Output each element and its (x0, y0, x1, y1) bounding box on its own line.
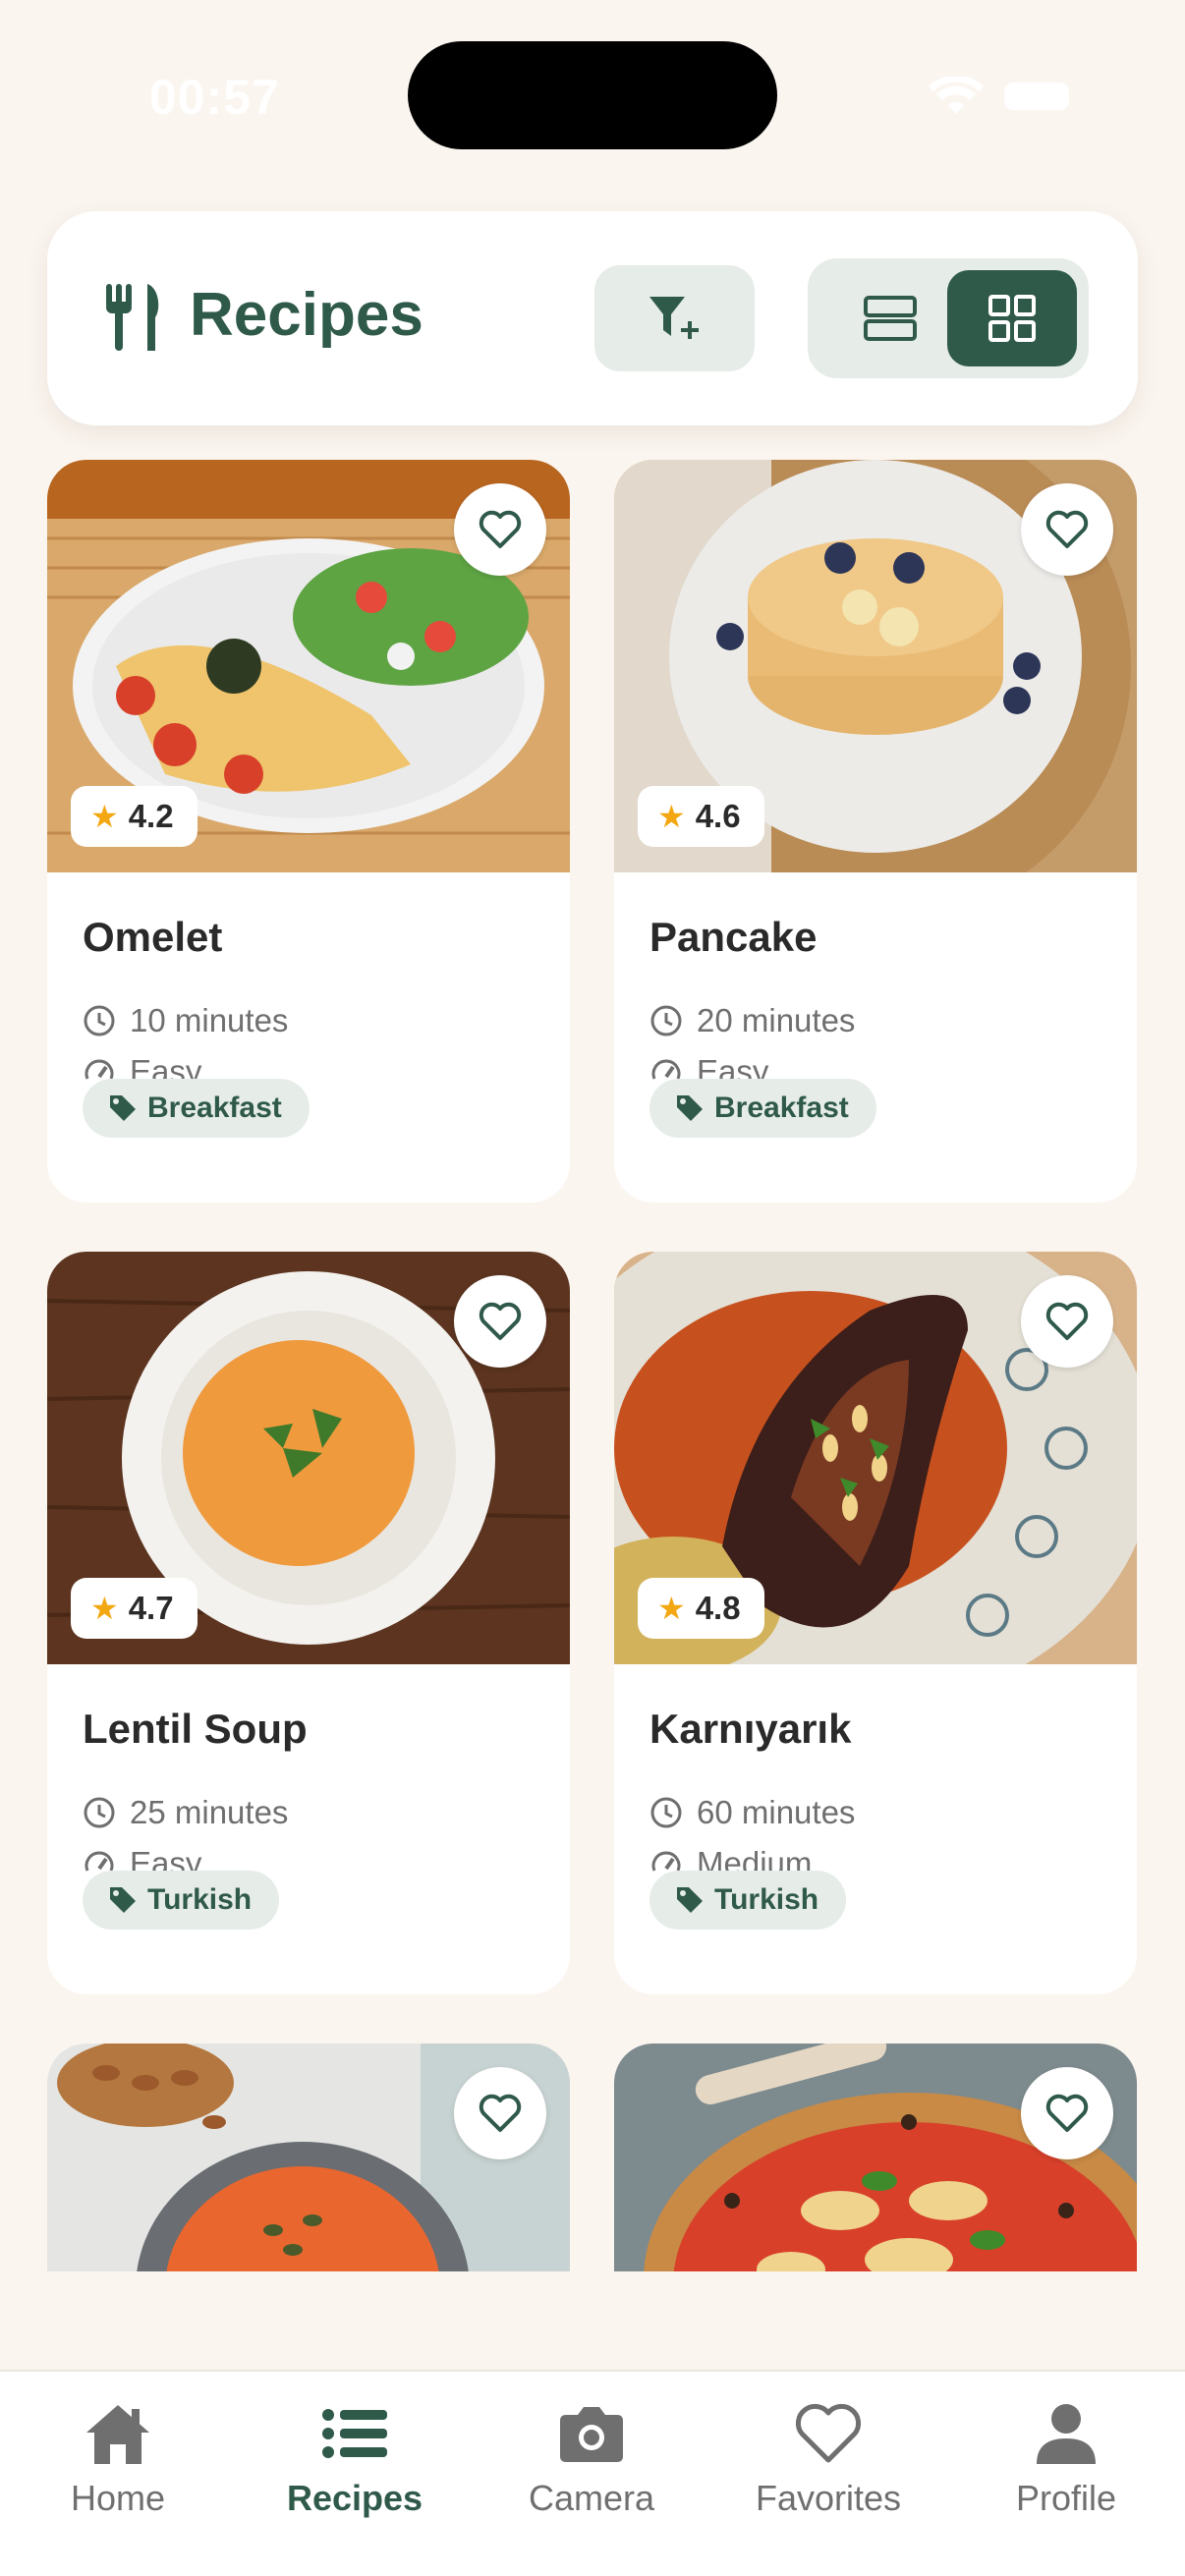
heart-outline-icon (479, 1302, 522, 1340)
heart-outline-icon (1045, 510, 1089, 548)
recipe-time: 20 minutes (649, 1002, 855, 1039)
rating-badge: ★ 4.2 (71, 786, 198, 847)
list-view-icon (864, 296, 917, 341)
heart-outline-icon (1045, 1302, 1089, 1340)
recipe-card[interactable] (614, 2044, 1137, 2271)
category-tag: Turkish (649, 1871, 847, 1930)
list-view-button[interactable] (825, 270, 955, 366)
grid-view-icon (988, 295, 1036, 342)
view-mode-toggle (808, 258, 1089, 378)
tab-recipes[interactable]: Recipes (237, 2401, 473, 2519)
star-icon: ★ (657, 1591, 686, 1626)
rating-value: 4.2 (128, 798, 174, 834)
header-bar: Recipes (47, 211, 1138, 425)
recipe-time: 25 minutes (83, 1794, 288, 1831)
recipe-card[interactable]: ★ 4.6 Pancake 20 minutes Easy Breakfast (614, 460, 1137, 1203)
camera-icon (560, 2407, 623, 2462)
status-time: 00:57 (149, 70, 280, 125)
recipe-time: 10 minutes (83, 1002, 288, 1039)
recipe-title: Pancake (649, 914, 818, 960)
heart-icon (795, 2403, 862, 2463)
category-tag: Breakfast (83, 1079, 310, 1138)
favorite-button[interactable] (1021, 1275, 1113, 1368)
tag-icon (677, 1887, 703, 1913)
favorite-button[interactable] (1021, 2067, 1113, 2159)
heart-outline-icon (479, 510, 522, 548)
favorite-button[interactable] (454, 483, 546, 576)
category-tag: Breakfast (649, 1079, 876, 1138)
tab-profile[interactable]: Profile (948, 2401, 1184, 2519)
recipe-time: 60 minutes (649, 1794, 855, 1831)
category-tag: Turkish (83, 1871, 280, 1930)
recipe-title: Omelet (83, 914, 223, 960)
bottom-tab-bar: Home Recipes Camera Favorites Profile (0, 2370, 1185, 2576)
heart-outline-icon (1045, 2094, 1089, 2132)
favorite-button[interactable] (1021, 483, 1113, 576)
add-filter-button[interactable] (594, 265, 755, 371)
recipe-card[interactable]: ★ 4.2 Omelet 10 minutes Easy Breakfast (47, 460, 570, 1203)
person-icon (1037, 2404, 1096, 2464)
recipe-title: Karnıyarık (649, 1706, 852, 1752)
list-icon (322, 2409, 387, 2458)
filter-plus-icon (649, 297, 699, 339)
clock-icon (650, 1797, 682, 1828)
dynamic-island (408, 41, 777, 149)
star-icon: ★ (90, 1591, 119, 1626)
favorite-button[interactable] (454, 2067, 546, 2159)
tab-home[interactable]: Home (0, 2401, 236, 2519)
heart-outline-icon (479, 2094, 522, 2132)
battery-icon (1004, 83, 1069, 110)
clock-icon (84, 1797, 115, 1828)
rating-value: 4.6 (695, 798, 741, 834)
tab-favorites[interactable]: Favorites (710, 2401, 946, 2519)
clock-icon (84, 1005, 115, 1036)
rating-badge: ★ 4.8 (638, 1578, 764, 1639)
page-title: Recipes (190, 281, 423, 349)
home-icon (86, 2405, 149, 2464)
rating-badge: ★ 4.6 (638, 786, 764, 847)
recipe-title: Lentil Soup (83, 1706, 308, 1752)
tag-icon (677, 1095, 703, 1121)
rating-value: 4.7 (128, 1590, 174, 1626)
recipe-card[interactable]: ★ 4.8 Karnıyarık 60 minutes Medium Turki… (614, 1252, 1137, 1994)
clock-icon (650, 1005, 682, 1036)
wifi-icon (929, 77, 984, 114)
tab-camera[interactable]: Camera (474, 2401, 709, 2519)
favorite-button[interactable] (454, 1275, 546, 1368)
tag-icon (110, 1095, 136, 1121)
star-icon: ★ (657, 799, 686, 834)
rating-value: 4.8 (695, 1590, 741, 1626)
recipe-card[interactable]: ★ 4.7 Lentil Soup 25 minutes Easy Turkis… (47, 1252, 570, 1994)
recipe-card[interactable] (47, 2044, 570, 2271)
tag-icon (110, 1887, 136, 1913)
status-bar: 00:57 (0, 0, 1185, 187)
rating-badge: ★ 4.7 (71, 1578, 198, 1639)
grid-view-button[interactable] (947, 270, 1077, 366)
star-icon: ★ (90, 799, 119, 834)
fork-knife-icon (106, 284, 159, 351)
